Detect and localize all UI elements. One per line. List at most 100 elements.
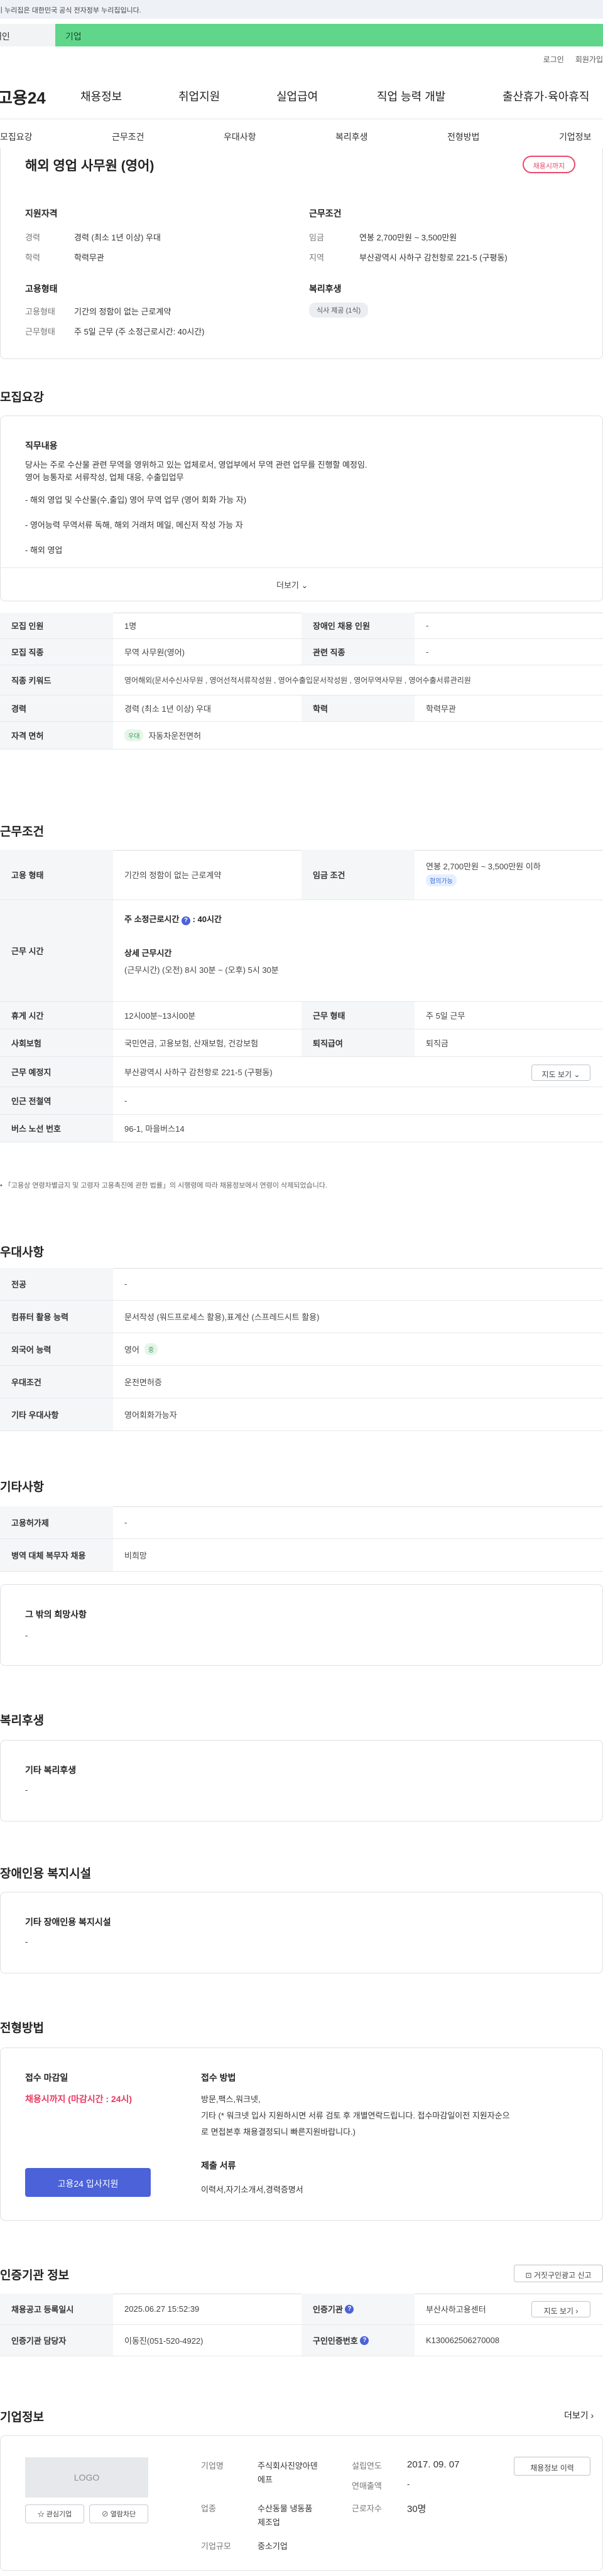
- welfare-card-heading: 기타 복리후생: [25, 1765, 77, 1775]
- duty-more-button[interactable]: 더보기 ⌄: [276, 579, 308, 591]
- table-row: 모집 인원 1명 장애인 채용 인원 -: [0, 613, 603, 639]
- table-row: 우대조건 운전면허증: [0, 1366, 603, 1398]
- table-row: 자격 면허 우대 자동차운전면허: [0, 722, 603, 749]
- career-value: 경력 (최소 1년 이상) 우대: [74, 233, 161, 242]
- cond-heading: 근무조건: [309, 208, 342, 218]
- map-button[interactable]: 지도 보기 ⌄: [531, 1065, 590, 1081]
- method-line: 기타 (* 워크넷 입사 지원하시면 서류 검토 후 개별연락드립니다. 접수마…: [201, 2111, 510, 2120]
- subnav-recruit[interactable]: 모집요강: [0, 131, 33, 143]
- etc-title: 기타사항: [0, 1481, 44, 1494]
- company-name-value: 에프: [258, 2475, 273, 2484]
- method-line: 방문,팩스,워크넷,: [201, 2095, 261, 2104]
- info-icon[interactable]: ?: [345, 2304, 354, 2314]
- table-row: 고용 형태 기간의 정함이 없는 근로계약 임금 조건 연봉 2,700만원 ~…: [0, 850, 603, 900]
- method-line: 로 면접본후 채용결정되니 빠른지원바랍니다.): [201, 2127, 356, 2137]
- industry-label: 업종: [201, 2504, 216, 2513]
- table-row: 근무 시간 주 소정근로시간 ? : 40시간 상세 근무시간 (근무시간) (…: [0, 900, 603, 1002]
- docs-value: 이력서,자기소개서,경력증명서: [201, 2185, 303, 2194]
- industry-value: 제조업: [258, 2518, 280, 2527]
- table-row: 근무 예정지 부산광역시 사하구 감천항로 221-5 (구평동): [0, 1057, 603, 1087]
- gnb-job-training[interactable]: 직업 능력 개발: [377, 88, 445, 104]
- info-icon[interactable]: ?: [360, 2336, 369, 2345]
- disability-card: [0, 1892, 603, 1973]
- edu-value: 학력무관: [74, 253, 104, 262]
- deadline-value: 채용시까지 (마감시간 : 24시): [25, 2094, 133, 2104]
- welfare-heading: 복리후생: [309, 284, 342, 294]
- cert-title: 인증기관 정보: [0, 2269, 70, 2282]
- subnav-prefer[interactable]: 우대사항: [224, 131, 256, 143]
- qual-heading: 지원자격: [25, 208, 58, 218]
- report-icon: ⊡: [525, 2271, 532, 2280]
- company-name-label: 기업명: [201, 2461, 224, 2471]
- disability-value: -: [25, 1937, 28, 1946]
- apply-button[interactable]: 고용24 입사지원: [25, 2168, 151, 2197]
- job-title: 해외 영업 사무원 (영어): [25, 159, 155, 173]
- region-label: 지역: [309, 253, 324, 262]
- conditions-title: 근무조건: [0, 825, 44, 839]
- edu-label: 학력: [25, 253, 40, 262]
- welfare-card-value: -: [25, 1785, 28, 1795]
- subnav-selection[interactable]: 전형방법: [447, 131, 480, 143]
- chevron-right-icon: ›: [575, 2307, 579, 2316]
- work-value: 주 5일 근무 (주 소정근로시간: 40시간): [74, 327, 205, 336]
- chevron-right-icon: ›: [590, 2410, 594, 2420]
- revenue-value: -: [407, 2479, 410, 2489]
- company-title: 기업정보: [0, 2411, 44, 2424]
- age-footnote: • 「고용상 연령차별금지 및 고령자 고용촉진에 관한 법률」의 시행령에 따…: [0, 1182, 327, 1189]
- disability-heading: 기타 장애인용 복지시설: [25, 1917, 111, 1927]
- selection-title: 전형방법: [0, 2022, 44, 2035]
- signup-link[interactable]: 회원가입: [575, 55, 603, 64]
- detail-subnav: 모집요강 근무조건 우대사항 복리후생 전형방법 기업정보: [0, 123, 603, 151]
- util-nav: 로그인 회원가입: [532, 54, 603, 65]
- company-name-value: 주식회사진양아덴: [258, 2461, 318, 2471]
- company-more-link[interactable]: 더보기 ›: [564, 2409, 594, 2422]
- tab-person[interactable]: 개인: [0, 24, 55, 46]
- info-icon[interactable]: ?: [181, 916, 190, 925]
- founded-label: 설립연도: [352, 2461, 382, 2471]
- other-card: [0, 1584, 603, 1666]
- company-logo: LOGO: [25, 2457, 148, 2498]
- gnb-jobs[interactable]: 채용정보: [80, 88, 122, 104]
- table-row: 버스 노선 번호 96-1, 마을버스14: [0, 1115, 603, 1142]
- duty-line: 영어 능통자로 서류작성, 업체 대응, 수출입업무: [25, 473, 184, 482]
- region-value: 부산광역시 사하구 감천항로 221-5 (구평동): [359, 253, 508, 262]
- gnb-parental-leave[interactable]: 출산휴가·육아휴직: [503, 88, 589, 104]
- welfare-card: [0, 1740, 603, 1822]
- table-row: 직종 키워드 영어해외(문서수신사무원 , 영어선적서류작성원 , 영어수출입문…: [0, 665, 603, 695]
- login-link[interactable]: 로그인: [543, 55, 564, 64]
- gov-banner: 이 누리집은 대한민국 공식 전자정부 누리집입니다.: [0, 0, 603, 19]
- subnav-welfare[interactable]: 복리후생: [335, 131, 368, 143]
- table-row: 병역 대체 복무자 채용 비희망: [0, 1539, 603, 1572]
- other-value: -: [25, 1631, 28, 1640]
- star-icon: ☆: [37, 2511, 45, 2518]
- gnb-employment-support[interactable]: 취업지원: [178, 88, 220, 104]
- deadline-pill: 채용시까지: [523, 156, 575, 173]
- docs-label: 제출 서류: [201, 2160, 236, 2171]
- interest-button[interactable]: ☆ 관심기업: [25, 2504, 84, 2523]
- employees-value: 30명: [407, 2504, 426, 2514]
- duty-card: [0, 416, 603, 601]
- job-history-button[interactable]: 채용정보 이력: [514, 2457, 590, 2476]
- negotiable-badge: 협의가능: [426, 874, 457, 886]
- chevron-down-icon: ⌄: [573, 1070, 580, 1079]
- size-label: 기업규모: [201, 2541, 231, 2551]
- size-value: 중소기업: [258, 2541, 288, 2551]
- duty-line: - 영어능력 무역서류 독해, 해외 거래처 메일, 메신저 작성 가능 자: [25, 520, 243, 530]
- work-label: 근무형태: [25, 327, 55, 336]
- block-button[interactable]: ⊘ 열람차단: [89, 2504, 148, 2523]
- prefer-badge: 우대: [124, 729, 144, 741]
- subnav-company[interactable]: 기업정보: [559, 131, 592, 143]
- tab-company[interactable]: 기업: [55, 24, 603, 46]
- report-button[interactable]: ⊡ 거짓구인광고 신고: [514, 2265, 603, 2282]
- subnav-conditions[interactable]: 근무조건: [112, 131, 144, 143]
- table-row: 인증기관 담당자 이동진(051-520-4922) 구인인증번호 ? K130…: [0, 2325, 603, 2356]
- gnb-unemployment-benefit[interactable]: 실업급여: [276, 88, 318, 104]
- agency-map-button[interactable]: 지도 보기 ›: [531, 2301, 590, 2317]
- site-header: 고용24 채용정보 취업지원 실업급여 직업 능력 개발 출산휴가·육아휴직: [0, 75, 603, 119]
- deadline-label: 접수 마감일: [25, 2073, 68, 2083]
- chevron-down-icon: ⌄: [301, 581, 308, 590]
- duty-line: 당사는 주로 수산물 관련 무역을 영위하고 있는 업체로서, 영업부에서 무역…: [25, 460, 367, 470]
- emp-heading: 고용형태: [25, 284, 58, 294]
- site-logo[interactable]: 고용24: [0, 85, 46, 109]
- block-icon: ⊘: [101, 2511, 109, 2518]
